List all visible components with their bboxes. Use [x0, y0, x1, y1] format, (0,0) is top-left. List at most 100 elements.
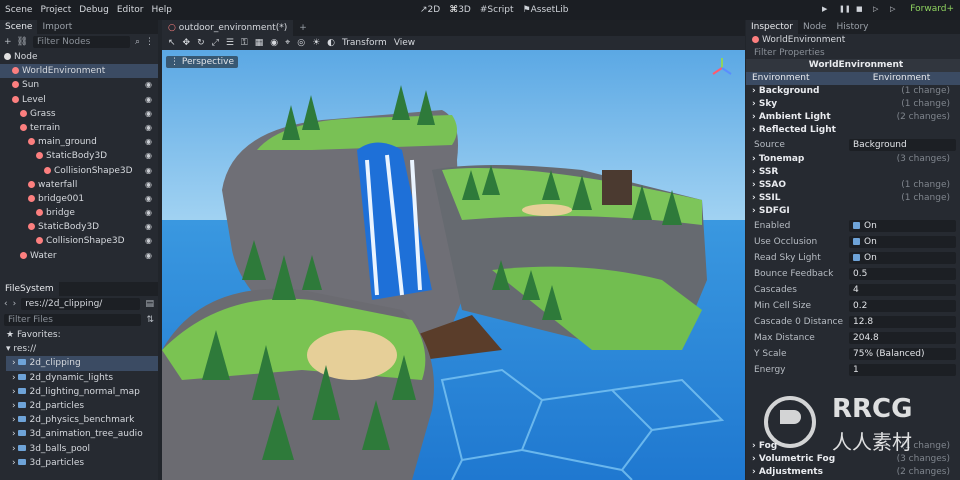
- scene-node[interactable]: CollisionShape3D ◉: [0, 164, 158, 178]
- section-background[interactable]: › Background (1 change): [746, 85, 960, 98]
- env-preview-icon[interactable]: ◐: [327, 38, 335, 48]
- menu-transform[interactable]: Transform: [342, 38, 387, 48]
- section-ssr[interactable]: › SSR: [746, 166, 960, 179]
- add-tab-icon[interactable]: +: [299, 23, 307, 33]
- folder-item[interactable]: › 2d_lighting_normal_map: [6, 385, 158, 399]
- visibility-icon[interactable]: ◉: [145, 206, 152, 220]
- environment-property[interactable]: Environment Environment: [746, 72, 960, 85]
- sun-preview-icon[interactable]: ☀: [312, 38, 320, 48]
- 3d-viewport[interactable]: ⋮ Perspective: [162, 50, 745, 480]
- section-ambient-light[interactable]: › Ambient Light (2 changes): [746, 111, 960, 124]
- lock-icon[interactable]: ⚿: [241, 38, 248, 48]
- scene-node[interactable]: bridge ◉: [0, 206, 158, 220]
- tab-node[interactable]: Node: [798, 20, 832, 34]
- property-value[interactable]: 0.5: [849, 268, 956, 280]
- property-value[interactable]: On: [849, 220, 956, 232]
- scene-node[interactable]: Water ◉: [0, 249, 158, 263]
- menu-icon[interactable]: ⋮: [145, 37, 154, 47]
- folder-item[interactable]: › 3d_animation_tree_audio: [6, 427, 158, 441]
- search-icon[interactable]: ⌕: [135, 37, 140, 47]
- mode-2d[interactable]: ↗2D: [420, 5, 440, 15]
- scene-node[interactable]: terrain ◉: [0, 121, 158, 135]
- section-ssil[interactable]: › SSIL (1 change): [746, 192, 960, 205]
- scene-node[interactable]: StaticBody3D ◉: [0, 149, 158, 163]
- menu-project[interactable]: Project: [40, 5, 71, 15]
- visibility-icon[interactable]: ◉: [145, 178, 152, 192]
- menu-debug[interactable]: Debug: [79, 5, 109, 15]
- list-tool-icon[interactable]: ☰: [226, 38, 234, 48]
- mode-3d[interactable]: ⌘3D: [449, 5, 471, 15]
- snap-icon[interactable]: ⌖: [285, 38, 290, 48]
- folder-item[interactable]: › 3d_balls_pool: [6, 442, 158, 456]
- source-dropdown[interactable]: Background: [849, 139, 956, 151]
- visibility-icon[interactable]: ◉: [145, 164, 152, 178]
- section-reflected-light[interactable]: › Reflected Light: [746, 124, 960, 137]
- checkbox-icon[interactable]: [853, 222, 860, 229]
- filter-files-input[interactable]: Filter Files: [4, 314, 142, 326]
- rotate-tool-icon[interactable]: ↻: [197, 38, 205, 48]
- section-tonemap[interactable]: › Tonemap (3 changes): [746, 153, 960, 166]
- tab-outdoor-environment[interactable]: ○ outdoor_environment(*): [162, 20, 294, 36]
- pause-icon[interactable]: ❚❚: [839, 5, 851, 13]
- visibility-icon[interactable]: ◉: [145, 192, 152, 206]
- property-value[interactable]: On: [849, 236, 956, 248]
- forward-icon[interactable]: ›: [13, 299, 17, 309]
- play-icon[interactable]: ▶: [822, 5, 830, 13]
- tab-history[interactable]: History: [831, 20, 873, 34]
- visibility-icon[interactable]: ◉: [145, 107, 152, 121]
- perspective-menu[interactable]: ⋮ Perspective: [166, 56, 238, 68]
- menu-scene[interactable]: Scene: [5, 5, 32, 15]
- visibility-icon[interactable]: ◉: [145, 93, 152, 107]
- scene-node[interactable]: main_ground ◉: [0, 135, 158, 149]
- filter-properties-input[interactable]: Filter Properties: [750, 47, 956, 59]
- property-value[interactable]: On: [849, 252, 956, 264]
- section-sky[interactable]: › Sky (1 change): [746, 98, 960, 111]
- renderer-selector[interactable]: Forward+: [910, 4, 954, 14]
- local-space-icon[interactable]: ◉: [270, 38, 278, 48]
- property-value[interactable]: 4: [849, 284, 956, 296]
- scene-node[interactable]: bridge001 ◉: [0, 192, 158, 206]
- menu-help[interactable]: Help: [152, 5, 173, 15]
- sort-icon[interactable]: ⇅: [146, 315, 154, 325]
- scene-node[interactable]: Grass ◉: [0, 107, 158, 121]
- section-sdfgi[interactable]: › SDFGI: [746, 205, 960, 218]
- visibility-icon[interactable]: ◉: [145, 249, 152, 263]
- group-icon[interactable]: ▦: [255, 38, 264, 48]
- visibility-icon[interactable]: ◉: [145, 220, 152, 234]
- property-value[interactable]: 1: [849, 364, 956, 376]
- scene-node[interactable]: StaticBody3D ◉: [0, 220, 158, 234]
- visibility-icon[interactable]: ◉: [145, 234, 152, 248]
- visibility-icon[interactable]: ◉: [145, 149, 152, 163]
- link-icon[interactable]: ⛓: [17, 37, 28, 47]
- mode-assetlib[interactable]: ⚑AssetLib: [523, 5, 569, 15]
- add-node-icon[interactable]: +: [4, 37, 12, 47]
- property-value[interactable]: 12.8: [849, 316, 956, 328]
- play-scene-icon[interactable]: ▷: [873, 5, 881, 13]
- folder-item[interactable]: › 2d_physics_benchmark: [6, 413, 158, 427]
- tab-import[interactable]: Import: [37, 20, 77, 34]
- camera-icon[interactable]: ◎: [297, 38, 305, 48]
- scene-node[interactable]: CollisionShape3D ◉: [0, 234, 158, 248]
- visibility-icon[interactable]: ◉: [145, 121, 152, 135]
- play-custom-icon[interactable]: ▷: [890, 5, 898, 13]
- tab-inspector[interactable]: Inspector: [746, 20, 798, 34]
- property-value[interactable]: 0.2: [849, 300, 956, 312]
- path-field[interactable]: res://2d_clipping/: [21, 298, 141, 310]
- scale-tool-icon[interactable]: ⤢: [212, 38, 219, 48]
- section-ssao[interactable]: › SSAO (1 change): [746, 179, 960, 192]
- scene-node[interactable]: WorldEnvironment: [0, 64, 158, 79]
- environment-resource[interactable]: Environment: [849, 72, 954, 85]
- menu-view[interactable]: View: [394, 38, 415, 48]
- checkbox-icon[interactable]: [853, 238, 860, 245]
- filter-nodes-input[interactable]: Filter Nodes: [32, 36, 130, 48]
- scene-node[interactable]: Sun ◉: [0, 78, 158, 92]
- menu-editor[interactable]: Editor: [117, 5, 144, 15]
- checkbox-icon[interactable]: [853, 254, 860, 261]
- folder-item[interactable]: › 2d_particles: [6, 399, 158, 413]
- visibility-icon[interactable]: ◉: [145, 78, 152, 92]
- tab-filesystem[interactable]: FileSystem: [0, 282, 59, 296]
- move-tool-icon[interactable]: ✥: [183, 38, 191, 48]
- inspected-object[interactable]: WorldEnvironment: [746, 34, 960, 47]
- folder-item[interactable]: › 3d_particles: [6, 456, 158, 470]
- back-icon[interactable]: ‹: [4, 299, 8, 309]
